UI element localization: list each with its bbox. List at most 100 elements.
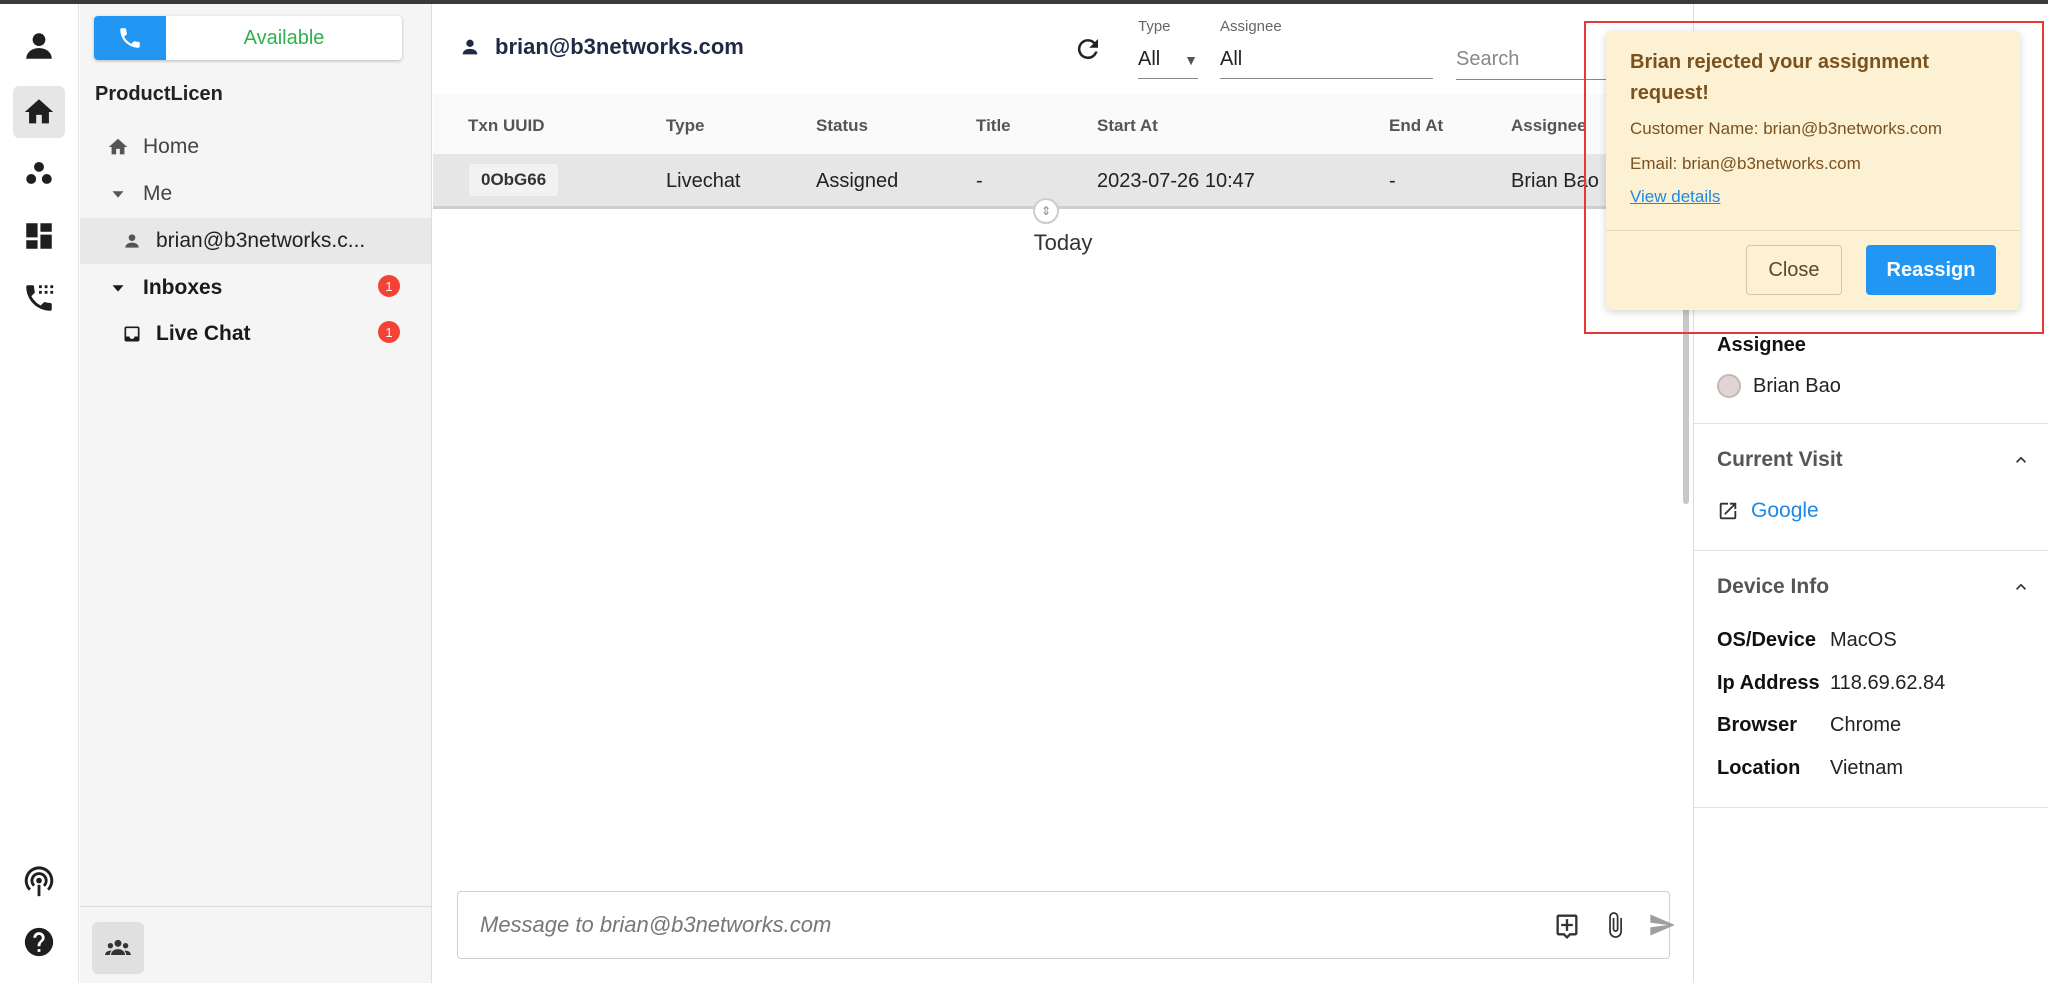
txn-uuid-chip[interactable]: 0ObG66 <box>469 164 559 196</box>
person-icon <box>125 234 139 248</box>
availability-status[interactable]: Available <box>166 16 402 60</box>
view-details-link[interactable]: View details <box>1630 187 1720 207</box>
assignment-rejected-toast: Brian rejected your assignment request! … <box>1606 31 2020 310</box>
send-icon <box>1650 914 1675 936</box>
toast-customer-name: Customer Name: brian@b3networks.com <box>1630 119 1943 138</box>
user-icon <box>26 33 52 59</box>
message-composer[interactable]: Message to brian@b3networks.com <box>457 891 1675 959</box>
inboxes-count-badge: 1 <box>378 275 400 297</box>
column-header[interactable]: End At <box>1389 116 1443 136</box>
table-header: Txn UUID Type Status Title Start At End … <box>433 94 1693 156</box>
nav-dashboard-button[interactable] <box>13 210 65 262</box>
row-title: - <box>976 170 983 192</box>
sidebar-item-label: Inboxes <box>143 276 223 299</box>
conversation-title: brian@b3networks.com <box>459 34 744 60</box>
device-info-title: Device Info <box>1717 575 1830 598</box>
help-icon <box>24 927 54 957</box>
column-header[interactable]: Type <box>666 116 704 136</box>
toast-email: Email: brian@b3networks.com <box>1630 154 1861 173</box>
collapse-device-info-button[interactable] <box>2011 577 2031 597</box>
assignee-filter-input[interactable]: All <box>1220 41 1433 79</box>
sidebar-item-me-user[interactable]: brian@b3networks.c... <box>80 218 431 264</box>
sidebar: Available ProductLicen Home Me brian@b3n… <box>80 4 432 983</box>
note-add-button[interactable] <box>1553 911 1581 939</box>
collapse-current-visit-button[interactable] <box>2011 450 2031 470</box>
availability-toggle[interactable]: Available <box>94 16 402 60</box>
visit-link-text[interactable]: Google <box>1751 499 1819 523</box>
column-header[interactable]: Assignee <box>1511 116 1587 136</box>
current-visit-section: Current Visit Google <box>1694 424 2048 551</box>
help-button[interactable] <box>13 916 65 968</box>
column-header[interactable]: Txn UUID <box>468 116 545 136</box>
sidebar-item-inboxes[interactable]: Inboxes <box>107 276 222 300</box>
assignee-filter-label: Assignee <box>1220 18 1282 35</box>
attach-icon <box>1609 912 1622 938</box>
assignee-filter-value: All <box>1220 48 1243 70</box>
current-visit-title: Current Visit <box>1717 448 1843 471</box>
inbox-icon <box>124 326 140 342</box>
sidebar-item-label: Live Chat <box>156 322 251 345</box>
icon-rail <box>0 4 79 983</box>
nav-home-button[interactable] <box>13 86 65 138</box>
send-button[interactable] <box>1648 911 1676 939</box>
home-icon <box>108 138 128 155</box>
table-row[interactable]: 0ObG66 Livechat Assigned - 2023-07-26 10… <box>433 154 1693 209</box>
device-info-section: Device Info OS/Device MacOS Ip Address 1… <box>1694 551 2048 808</box>
assignee-filter[interactable]: Assignee All <box>1220 18 1433 79</box>
message-input[interactable]: Message to brian@b3networks.com <box>480 912 831 938</box>
device-value: MacOS <box>1830 629 1897 651</box>
device-key: OS/Device <box>1717 629 1816 651</box>
type-filter[interactable]: Type All ▼ <box>1138 18 1198 79</box>
sidebar-item-home[interactable]: Home <box>107 135 199 159</box>
column-header[interactable]: Start At <box>1097 116 1158 136</box>
sidebar-item-live-chat[interactable]: Live Chat <box>122 322 251 346</box>
sidebar-item-label: Home <box>143 135 200 158</box>
column-header[interactable]: Title <box>976 116 1011 136</box>
phone-icon <box>120 28 140 48</box>
toast-title: Brian rejected your assignment request! <box>1630 51 1929 104</box>
sidebar-item-label: brian@b3networks.c... <box>156 229 366 252</box>
device-value: Chrome <box>1830 714 1902 736</box>
note-add-icon <box>1556 914 1578 939</box>
dashboard-icon <box>26 223 52 249</box>
phone-button[interactable] <box>94 16 166 60</box>
toast-divider <box>1606 230 2020 231</box>
resize-handle[interactable]: ⇕ <box>1033 198 1059 224</box>
reassign-button[interactable]: Reassign <box>1866 245 1996 295</box>
conversation-pane: brian@b3networks.com Type All ▼ Assignee… <box>433 4 1696 983</box>
attach-button[interactable] <box>1601 911 1629 939</box>
visit-link[interactable]: Google <box>1717 499 1819 523</box>
close-button[interactable]: Close <box>1746 245 1842 295</box>
contacts-icon <box>26 161 52 184</box>
column-header[interactable]: Status <box>816 116 868 136</box>
avatar <box>1717 374 1741 398</box>
type-filter-value: All <box>1138 48 1161 70</box>
timeline-day-divider: Today <box>1033 230 1093 255</box>
device-key: Location <box>1717 757 1801 779</box>
type-filter-select[interactable]: All ▼ <box>1138 41 1198 79</box>
device-key: Browser <box>1717 714 1798 736</box>
nav-call-log-button[interactable] <box>13 272 65 324</box>
device-value: 118.69.62.84 <box>1830 672 1946 694</box>
chevron-up-icon <box>2016 456 2026 463</box>
person-icon <box>462 39 478 55</box>
assignee-name: Brian Bao <box>1753 374 1841 397</box>
device-value: Vietnam <box>1830 757 1904 779</box>
broadcast-button[interactable] <box>13 856 65 908</box>
type-filter-label: Type <box>1138 18 1171 35</box>
nav-contacts-button[interactable] <box>13 148 65 200</box>
live-chat-count-badge: 1 <box>378 321 400 343</box>
refresh-button[interactable] <box>1073 34 1103 64</box>
sidebar-item-me[interactable]: Me <box>107 182 172 206</box>
caret-down-icon <box>112 191 124 198</box>
row-end-at: - <box>1389 170 1396 192</box>
team-button[interactable] <box>92 922 144 974</box>
assignee-entry: Brian Bao <box>1717 374 1841 398</box>
sidebar-item-label: Me <box>143 182 173 205</box>
profile-button[interactable] <box>13 20 65 72</box>
phone-log-icon <box>26 285 54 311</box>
organization-name: ProductLicen <box>95 83 223 105</box>
row-start-at: 2023-07-26 10:47 <box>1097 170 1255 192</box>
external-link-icon <box>1719 502 1737 520</box>
caret-down-icon <box>112 285 124 292</box>
